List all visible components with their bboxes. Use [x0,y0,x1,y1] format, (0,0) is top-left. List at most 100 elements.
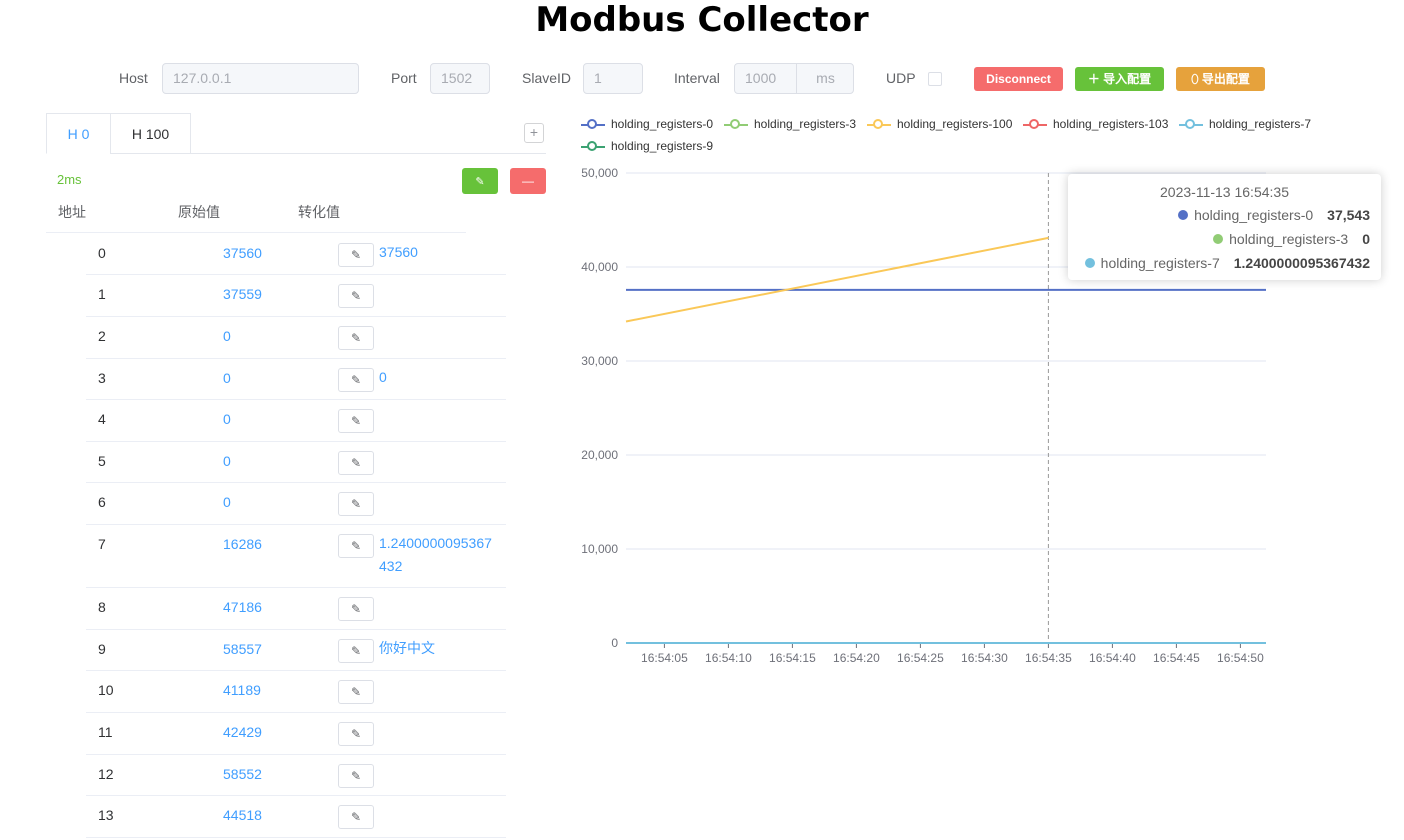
register-address: 9 [98,641,106,657]
register-raw-value[interactable]: 0 [223,494,231,510]
edit-icon: ✎ [350,727,362,741]
convert-edit-button[interactable]: ✎ [338,722,374,746]
register-raw-value[interactable]: 58557 [223,641,262,657]
register-raw-value[interactable]: 58552 [223,766,262,782]
disconnect-button[interactable]: Disconnect [974,67,1063,91]
series-dot-icon [1213,234,1224,244]
convert-edit-button[interactable]: ✎ [338,451,374,475]
register-address: 5 [98,453,106,469]
y-tick-label: 0 [611,636,618,650]
convert-edit-button[interactable]: ✎ [338,492,374,516]
interval-input[interactable]: 1000 ms [734,63,854,94]
series-line [625,236,1049,323]
register-raw-value[interactable]: 42429 [223,724,262,740]
add-tab-button[interactable]: + [524,123,544,143]
remove-register-button[interactable]: — [510,168,546,194]
register-converted-value: 1.2400000095367432 [379,535,492,574]
convert-edit-button[interactable]: ✎ [338,597,374,621]
table-row: 7 16286 ✎ 1.2400000095367432 [86,524,506,588]
edit-icon: ✎ [350,810,362,824]
edit-icon: ✎ [350,539,362,553]
host-input[interactable]: 127.0.0.1 [162,63,359,94]
register-raw-value[interactable]: 41189 [223,682,261,698]
port-label: Port [391,70,417,86]
legend-label: holding_registers-9 [611,139,714,153]
edit-icon: ✎ [350,373,362,387]
legend-label: holding_registers-3 [754,117,857,131]
legend-label: holding_registers-103 [1053,117,1169,131]
register-raw-value[interactable]: 0 [223,411,231,427]
slave-id-input[interactable]: 1 [583,63,643,94]
convert-edit-button[interactable]: ✎ [338,534,374,558]
table-row: 12 58552 ✎ [86,754,506,796]
minus-icon: — [522,174,534,188]
table-row: 10 41189 ✎ [86,670,506,713]
tooltip-row: holding_registers-0 37,543 [1178,207,1370,223]
y-tick-label: 50,000 [581,166,618,180]
slave-id-label: SlaveID [522,70,572,86]
register-raw-value[interactable]: 47186 [223,599,262,615]
legend-dot-icon [730,119,740,129]
register-address: 4 [98,411,106,427]
table-row: 8 47186 ✎ [86,587,506,630]
register-address: 12 [98,766,114,782]
x-tick-label: 16:54:05 [641,651,688,665]
series-dot-icon [1084,258,1095,268]
register-address: 6 [98,494,106,510]
legend-dot-icon [1029,119,1039,129]
udp-checkbox[interactable] [928,72,942,86]
column-header-address: 地址 [58,204,86,220]
register-address: 8 [98,599,106,615]
tooltip-series-name: holding_registers-3 [1229,231,1349,247]
legend-label: holding_registers-7 [1209,117,1312,131]
convert-edit-button[interactable]: ✎ [338,764,374,788]
y-tick-label: 10,000 [581,542,618,556]
interval-unit: ms [796,64,854,93]
register-raw-value[interactable]: 0 [223,328,231,344]
convert-edit-button[interactable]: ✎ [338,243,374,267]
edit-icon: ✎ [350,602,362,616]
export-config-button[interactable]: ⬯ 导出配置 [1176,67,1265,91]
tab-h100[interactable]: H 100 [110,113,191,154]
column-header-converted: 转化值 [298,204,340,220]
register-address: 1 [98,286,106,302]
convert-edit-button[interactable]: ✎ [338,639,374,663]
convert-edit-button[interactable]: ✎ [338,805,374,829]
edit-icon: ✎ [475,176,485,188]
udp-label: UDP [886,70,916,86]
chart-tooltip: 2023-11-13 16:54:35 holding_registers-0 3… [1068,174,1381,280]
x-tick-label: 16:54:30 [961,651,1008,665]
table-row: 1 37559 ✎ [86,274,506,317]
interval-value: 1000 [745,70,777,86]
register-raw-value[interactable]: 0 [223,370,231,386]
convert-edit-button[interactable]: ✎ [338,368,374,392]
register-raw-value[interactable]: 37559 [223,286,262,302]
register-raw-value[interactable]: 16286 [223,536,262,552]
tooltip-series-name: holding_registers-7 [1100,255,1220,271]
register-raw-value[interactable]: 0 [223,453,231,469]
table-row: 0 37560 ✎ 37560 [86,233,506,275]
y-tick-label: 20,000 [581,448,618,462]
latency-text: 2ms [57,172,82,187]
register-raw-value[interactable]: 37560 [223,245,262,261]
convert-edit-button[interactable]: ✎ [338,409,374,433]
convert-edit-button[interactable]: ✎ [338,680,374,704]
x-tick-label: 16:54:15 [769,651,816,665]
y-tick-label: 40,000 [581,260,618,274]
interval-label: Interval [674,70,720,86]
register-raw-value[interactable]: 44518 [223,807,262,823]
legend-dot-icon [587,141,597,151]
register-address: 3 [98,370,106,386]
tooltip-row: holding_registers-7 1.2400000095367432 [1084,255,1370,271]
series-dot-icon [1178,210,1189,220]
x-tick-label: 16:54:45 [1153,651,1200,665]
convert-edit-button[interactable]: ✎ [338,326,374,350]
legend-label: holding_registers-100 [897,117,1013,131]
tab-h0[interactable]: H 0 [46,113,111,154]
edit-icon: ✎ [350,289,362,303]
convert-edit-button[interactable]: ✎ [338,284,374,308]
edit-register-button[interactable]: ✎ [462,168,498,194]
port-input[interactable]: 1502 [430,63,490,94]
tooltip-series-value: 37,543 [1327,207,1370,223]
import-config-button[interactable]: ＋ 导入配置 [1075,67,1164,91]
